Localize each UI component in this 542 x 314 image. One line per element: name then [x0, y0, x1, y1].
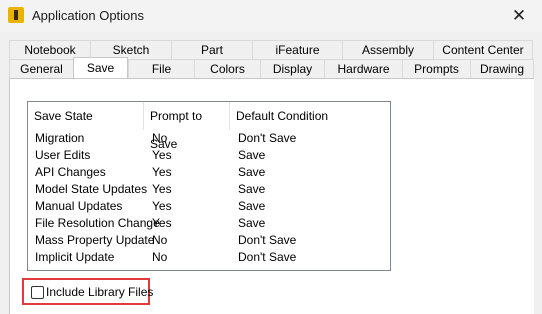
cell-save-state: API Changes	[35, 165, 106, 179]
cell-prompt: No	[152, 250, 168, 264]
cell-prompt: No	[152, 233, 168, 247]
cell-save-state: Implicit Update	[35, 250, 115, 264]
table-row[interactable]: File Resolution Change Yes Save	[28, 215, 390, 232]
cell-prompt: Yes	[152, 182, 172, 196]
cell-prompt: Yes	[152, 165, 172, 179]
cell-default: Don't Save	[238, 131, 297, 145]
tab-hardware[interactable]: Hardware	[324, 59, 402, 78]
column-header-default-condition[interactable]: Default Condition	[230, 102, 390, 130]
table-row[interactable]: Mass Property Update No Don't Save	[28, 232, 390, 249]
table-row[interactable]: Implicit Update No Don't Save	[28, 249, 390, 266]
tab-display[interactable]: Display	[260, 59, 324, 78]
cell-save-state: Mass Property Update	[35, 233, 155, 247]
table-row[interactable]: Model State Updates Yes Save	[28, 181, 390, 198]
tab-general[interactable]: General	[9, 59, 73, 78]
table-row[interactable]: API Changes Yes Save	[28, 164, 390, 181]
cell-default: Save	[238, 216, 266, 230]
cell-default: Save	[238, 165, 266, 179]
cell-default: Don't Save	[238, 250, 297, 264]
cell-save-state: User Edits	[35, 148, 91, 162]
cell-default: Save	[238, 182, 266, 196]
cell-prompt: Yes	[152, 216, 172, 230]
table-row[interactable]: Migration No Don't Save	[28, 130, 390, 147]
cell-prompt: No	[152, 131, 168, 145]
tab-save[interactable]: Save	[73, 57, 128, 78]
cell-default: Save	[238, 199, 266, 213]
tab-ifeature[interactable]: iFeature	[252, 40, 342, 59]
tab-row-front: General Save File Colors Display Hardwar…	[9, 57, 534, 78]
list-header: Save State Prompt to Save Default Condit…	[28, 102, 390, 151]
save-state-list[interactable]: Save State Prompt to Save Default Condit…	[27, 101, 391, 271]
cell-default: Save	[238, 148, 266, 162]
tab-part[interactable]: Part	[171, 40, 252, 59]
close-icon: ✕	[511, 6, 527, 25]
app-icon	[8, 7, 24, 23]
cell-default: Don't Save	[238, 233, 297, 247]
close-button[interactable]: ✕	[496, 0, 542, 32]
window-title: Application Options	[32, 8, 145, 23]
tab-drawing[interactable]: Drawing	[470, 59, 534, 78]
table-row[interactable]: Manual Updates Yes Save	[28, 198, 390, 215]
cell-save-state: Manual Updates	[35, 199, 123, 213]
list-rows: Migration No Don't Save User Edits Yes S…	[28, 130, 390, 266]
table-row[interactable]: User Edits Yes Save	[28, 147, 390, 164]
cell-save-state: Model State Updates	[35, 182, 148, 196]
cell-save-state: File Resolution Change	[35, 216, 160, 230]
cell-save-state: Migration	[35, 131, 85, 145]
column-header-save-state[interactable]: Save State	[28, 102, 144, 130]
tab-content-center[interactable]: Content Center	[433, 40, 533, 59]
tab-file[interactable]: File	[128, 59, 194, 78]
tab-prompts[interactable]: Prompts	[402, 59, 470, 78]
cell-prompt: Yes	[152, 199, 172, 213]
title-bar: Application Options ✕	[0, 0, 542, 32]
cell-prompt: Yes	[152, 148, 172, 162]
tab-colors[interactable]: Colors	[194, 59, 260, 78]
include-library-files-highlight: Include Library Files	[22, 278, 153, 305]
tab-assembly[interactable]: Assembly	[342, 40, 433, 59]
column-header-prompt-to-save[interactable]: Prompt to Save	[144, 102, 230, 151]
include-library-files-checkbox[interactable]	[31, 286, 44, 299]
include-library-files-label[interactable]: Include Library Files	[46, 285, 153, 299]
